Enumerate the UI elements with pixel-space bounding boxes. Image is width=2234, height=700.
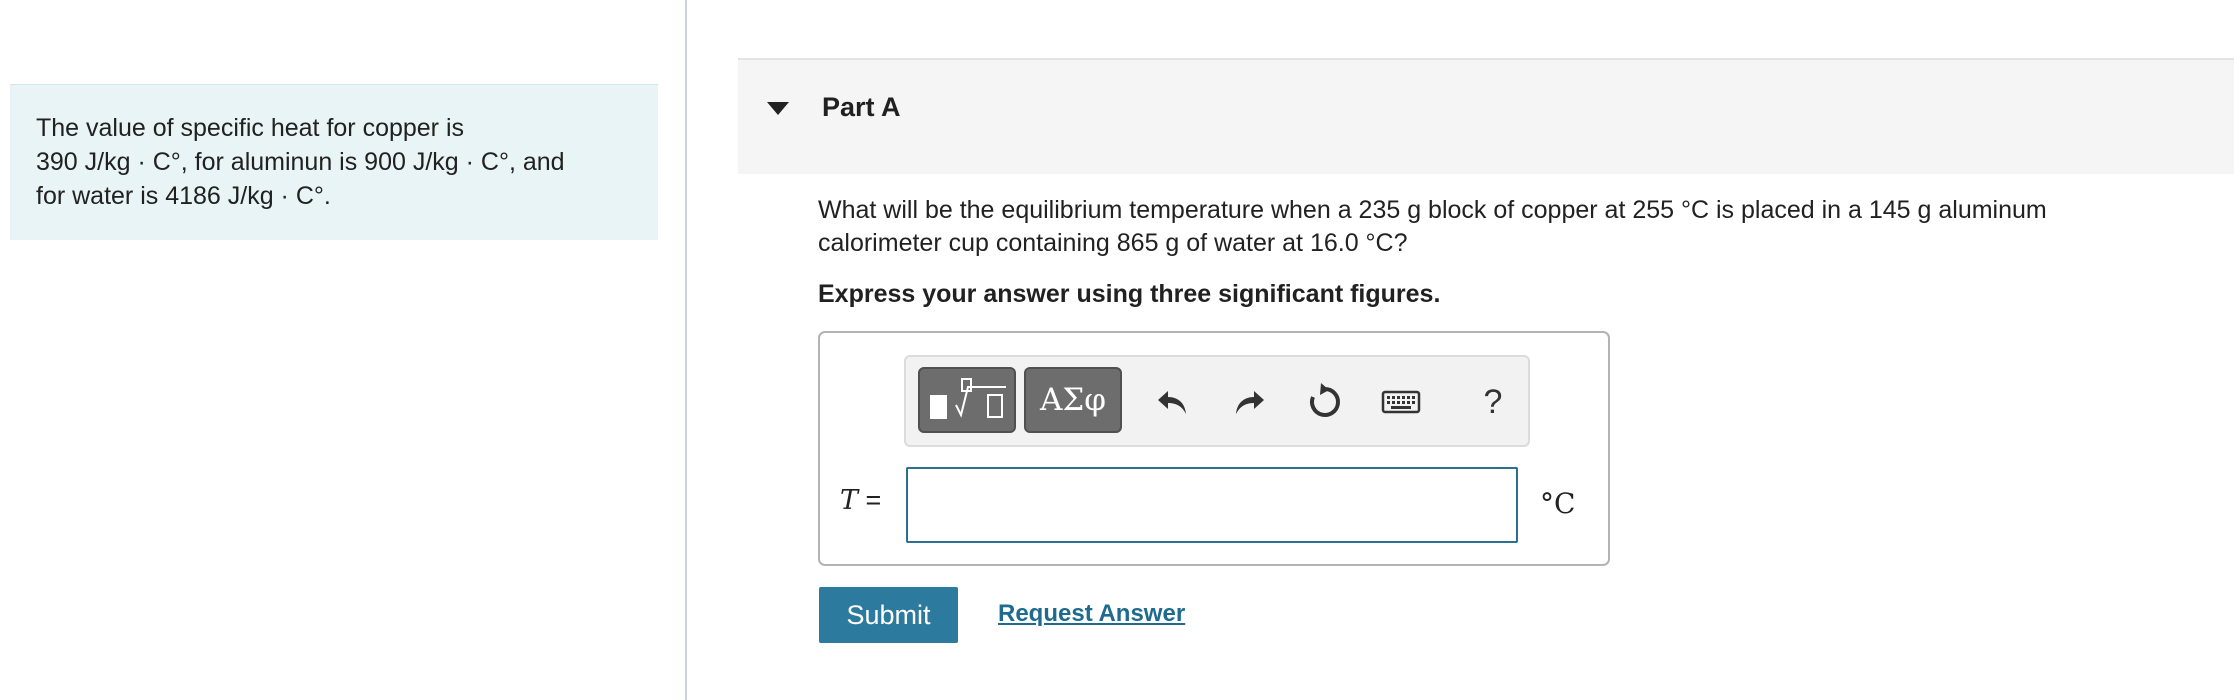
question-line-2: calorimeter cup containing 865 g of wate… [818, 229, 1408, 257]
answer-unit: °C [1540, 487, 1576, 520]
part-a-header[interactable]: Part A [738, 58, 2234, 174]
question-line-1: What will be the equilibrium temperature… [818, 196, 2047, 224]
part-title: Part A [822, 92, 901, 122]
intro-text-line-1: The value of specific heat for copper is [36, 114, 465, 142]
answer-variable-label: T = [840, 485, 881, 516]
templates-icon [930, 378, 1006, 419]
equals-sign: = [865, 485, 882, 515]
caret-down-icon[interactable] [767, 102, 789, 115]
reset-icon[interactable] [1304, 381, 1346, 423]
request-answer-link[interactable]: Request Answer [998, 600, 1185, 628]
answer-panel: ΑΣφ ? T = °C [818, 331, 1610, 566]
intro-text-line-2: 390 J/kg · C°, for aluminun is 900 J/kg … [36, 148, 565, 176]
intro-text-line-3: for water is 4186 J/kg · C°. [36, 182, 331, 210]
math-toolbar: ΑΣφ ? [904, 355, 1530, 447]
templates-button[interactable] [918, 367, 1016, 433]
answer-instruction: Express your answer using three signific… [818, 280, 1441, 308]
variable-symbol: T [840, 485, 859, 516]
keyboard-icon[interactable] [1380, 381, 1422, 423]
redo-icon[interactable] [1228, 381, 1270, 423]
answer-input[interactable] [906, 467, 1518, 543]
submit-button[interactable]: Submit [819, 587, 958, 643]
question-text: What will be the equilibrium temperature… [818, 194, 2218, 260]
problem-intro-panel: The value of specific heat for copper is… [10, 84, 658, 240]
column-divider [685, 0, 687, 700]
undo-icon[interactable] [1152, 381, 1194, 423]
help-icon[interactable]: ? [1472, 381, 1514, 423]
greek-symbols-button[interactable]: ΑΣφ [1024, 367, 1122, 433]
